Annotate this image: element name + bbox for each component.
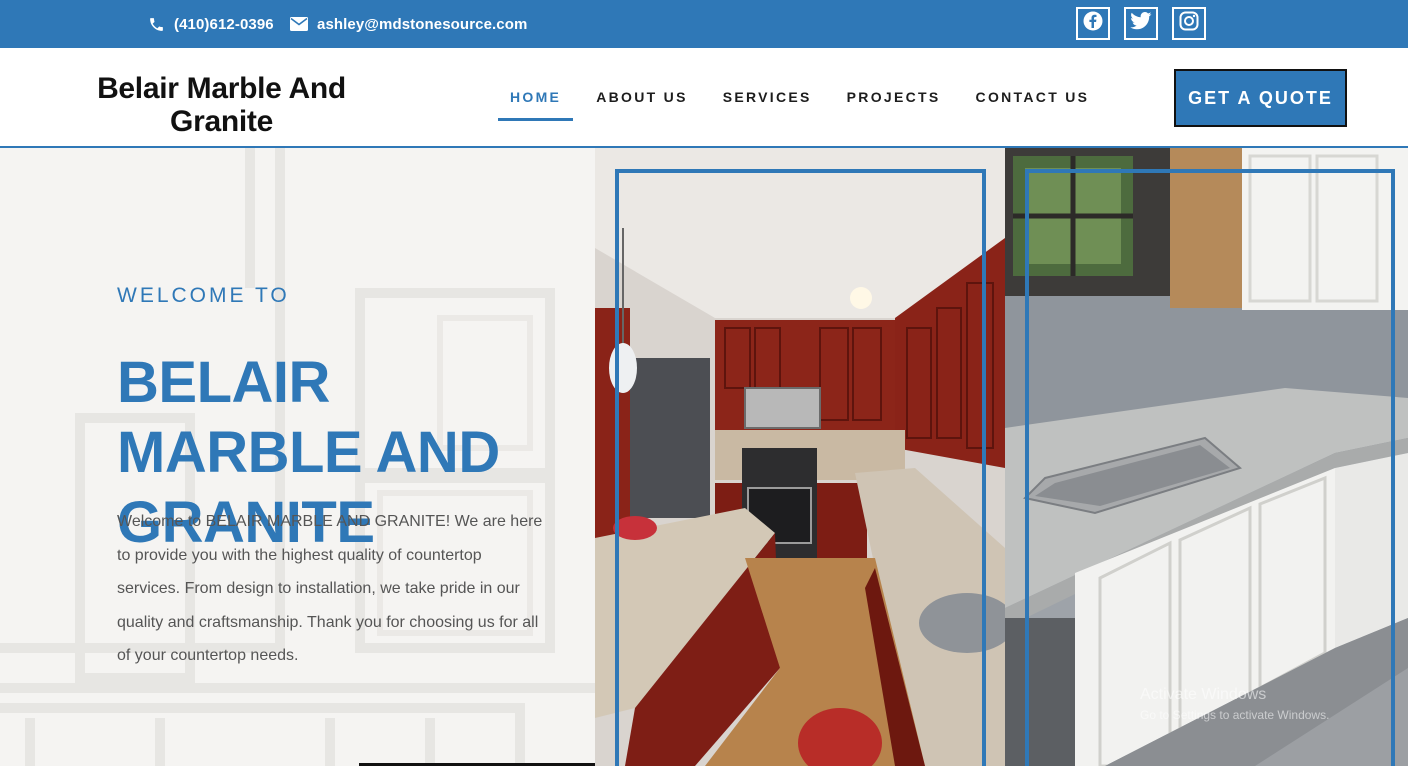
kitchen-photo-2	[1005, 148, 1408, 766]
email-link[interactable]: ashley@mdstonesource.com	[290, 0, 527, 48]
instagram-icon	[1179, 11, 1199, 36]
twitter-link[interactable]	[1124, 7, 1158, 40]
watermark-subtitle: Go to Settings to activate Windows.	[1140, 708, 1330, 722]
kitchen-photo-1	[595, 148, 1005, 766]
envelope-icon	[290, 17, 308, 31]
activation-watermark: Activate Windows Go to Settings to activ…	[1140, 686, 1329, 722]
email-address: ashley@mdstonesource.com	[317, 15, 528, 33]
nav-contact-us[interactable]: CONTACT US	[964, 48, 1102, 146]
main-nav: HOME ABOUT US SERVICES PROJECTS CONTACT …	[498, 48, 1112, 146]
social-links	[1076, 7, 1206, 40]
hero-section: WELCOME TO BELAIR MARBLE AND GRANITE Wel…	[0, 148, 595, 766]
watermark-title: Activate Windows	[1140, 686, 1267, 703]
twitter-icon	[1130, 12, 1152, 35]
nav-services[interactable]: SERVICES	[711, 48, 824, 146]
facebook-link[interactable]	[1076, 7, 1110, 40]
nav-projects[interactable]: PROJECTS	[835, 48, 953, 146]
get-a-quote-button[interactable]: GET A QUOTE	[1174, 69, 1347, 127]
phone-link[interactable]: (410)612-0396	[148, 0, 274, 48]
nav-about-us[interactable]: ABOUT US	[584, 48, 700, 146]
top-bar: (410)612-0396 ashley@mdstonesource.com	[0, 0, 1408, 48]
site-header: Belair Marble And Granite HOME ABOUT US …	[0, 48, 1408, 148]
facebook-icon	[1083, 11, 1103, 36]
photo-frame-1	[615, 169, 986, 766]
photo-frame-2	[1025, 169, 1395, 766]
instagram-link[interactable]	[1172, 7, 1206, 40]
phone-number: (410)612-0396	[174, 15, 274, 33]
site-logo[interactable]: Belair Marble And Granite	[80, 72, 363, 138]
phone-icon	[148, 16, 165, 33]
nav-home[interactable]: HOME	[498, 48, 574, 146]
hero-description: Welcome to BELAIR MARBLE AND GRANITE! We…	[117, 513, 543, 665]
hero-eyebrow: WELCOME TO	[117, 284, 290, 307]
